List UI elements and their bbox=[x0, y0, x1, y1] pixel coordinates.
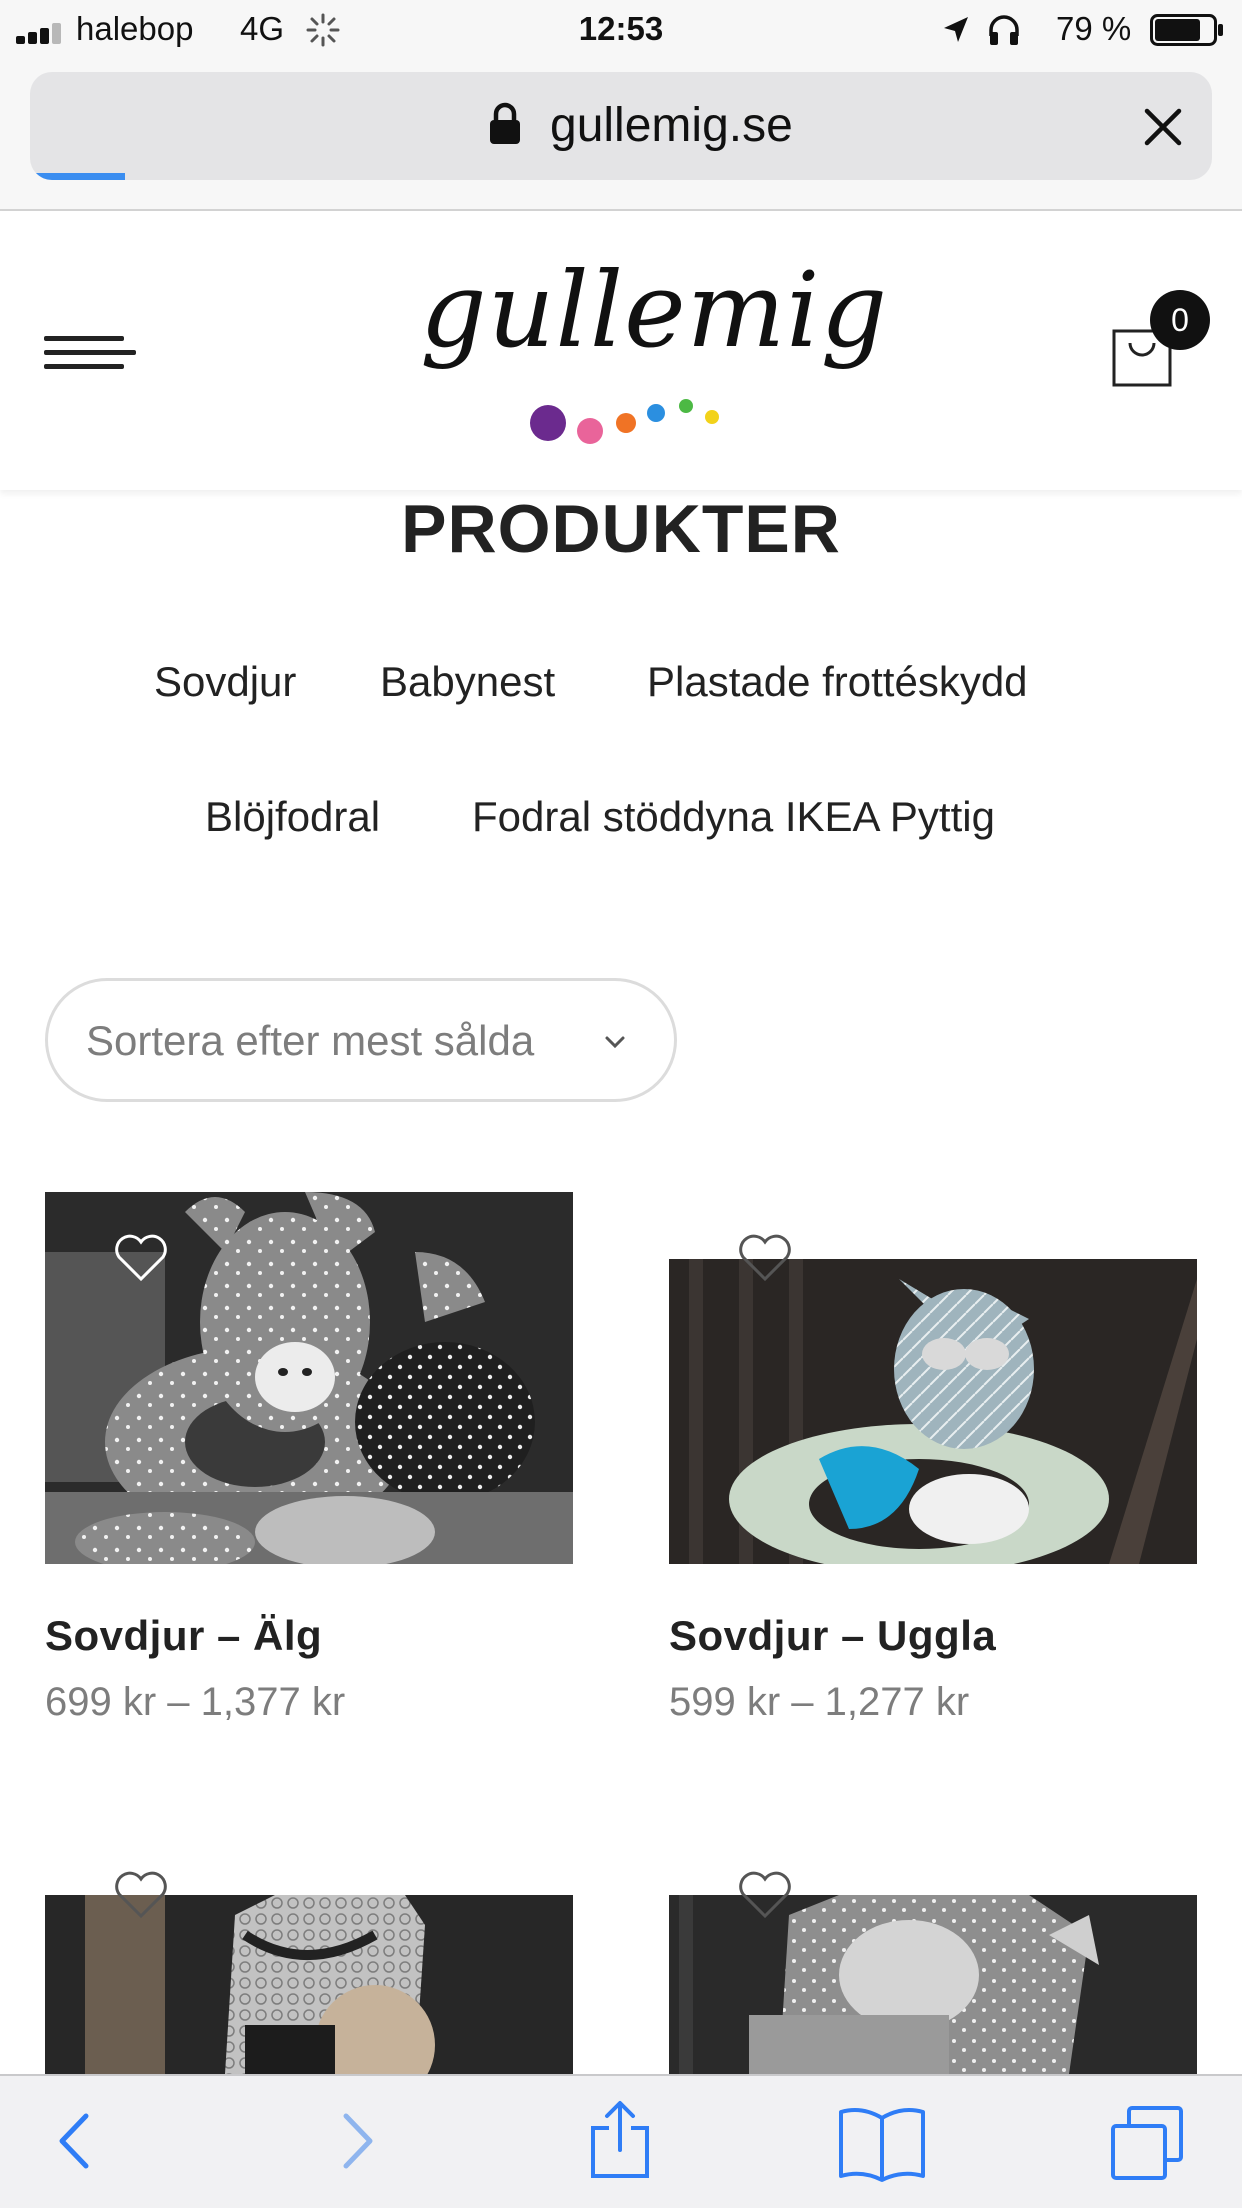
cart-count-badge: 0 bbox=[1150, 290, 1210, 350]
forward-icon bbox=[343, 2113, 373, 2169]
location-arrow-icon bbox=[944, 17, 968, 42]
site-logo[interactable]: gullemig bbox=[420, 249, 889, 449]
lock-icon bbox=[490, 102, 520, 144]
site-header: gullemig 0 bbox=[0, 211, 1242, 490]
category-link-plastade-frotteskydd[interactable]: Plastade frottéskydd bbox=[647, 658, 1028, 706]
bookmarks-icon bbox=[839, 2108, 925, 2182]
back-icon bbox=[59, 2113, 89, 2169]
browser-address-bar: gullemig.se bbox=[0, 60, 1242, 211]
logo-wordmark: gullemig bbox=[420, 249, 889, 371]
product-name[interactable]: Sovdjur – Uggla bbox=[669, 1612, 996, 1660]
back-button[interactable] bbox=[22, 2076, 132, 2208]
share-icon bbox=[591, 2101, 649, 2178]
product-image-uggla[interactable] bbox=[669, 1259, 1197, 1564]
headphones-icon bbox=[989, 15, 1019, 45]
chevron-down-icon bbox=[605, 1036, 625, 1049]
heart-icon[interactable] bbox=[112, 1232, 170, 1284]
url-field[interactable]: gullemig.se bbox=[30, 72, 1212, 180]
share-button[interactable] bbox=[565, 2076, 675, 2208]
category-link-blojfodral[interactable]: Blöjfodral bbox=[205, 793, 380, 841]
product-name[interactable]: Sovdjur – Älg bbox=[45, 1612, 322, 1660]
category-link-fodral-stoddyna[interactable]: Fodral stöddyna IKEA Pyttig bbox=[472, 793, 995, 841]
product-price: 599 kr – 1,277 kr bbox=[669, 1680, 970, 1724]
sort-select[interactable]: Sortera efter mest sålda bbox=[45, 978, 677, 1102]
product-image-zebra[interactable] bbox=[45, 1895, 573, 2074]
status-bar: halebop 4G 12:53 79 % bbox=[0, 0, 1242, 60]
close-icon[interactable] bbox=[1142, 106, 1184, 148]
product-price: 699 kr – 1,377 kr bbox=[45, 1680, 346, 1724]
tabs-button[interactable] bbox=[1095, 2076, 1205, 2208]
heart-icon[interactable] bbox=[736, 1869, 794, 1921]
page-load-progress bbox=[30, 173, 125, 180]
forward-button[interactable] bbox=[300, 2076, 410, 2208]
category-link-sovdjur[interactable]: Sovdjur bbox=[154, 658, 296, 706]
battery-icon bbox=[1150, 14, 1223, 46]
url-text: gullemig.se bbox=[550, 99, 793, 152]
category-link-babynest[interactable]: Babynest bbox=[380, 658, 555, 706]
browser-toolbar bbox=[0, 2074, 1242, 2208]
page-title: PRODUKTER bbox=[401, 491, 841, 567]
tabs-icon bbox=[1111, 2106, 1183, 2180]
heart-icon[interactable] bbox=[736, 1232, 794, 1284]
heart-icon[interactable] bbox=[112, 1869, 170, 1921]
hamburger-menu-icon[interactable] bbox=[44, 328, 136, 388]
bookmarks-button[interactable] bbox=[827, 2076, 937, 2208]
battery-percent: 79 % bbox=[1056, 10, 1132, 47]
sort-select-value: Sortera efter mest sålda bbox=[86, 1017, 535, 1064]
logo-dots bbox=[530, 399, 719, 444]
product-image-katt[interactable] bbox=[669, 1895, 1197, 2074]
